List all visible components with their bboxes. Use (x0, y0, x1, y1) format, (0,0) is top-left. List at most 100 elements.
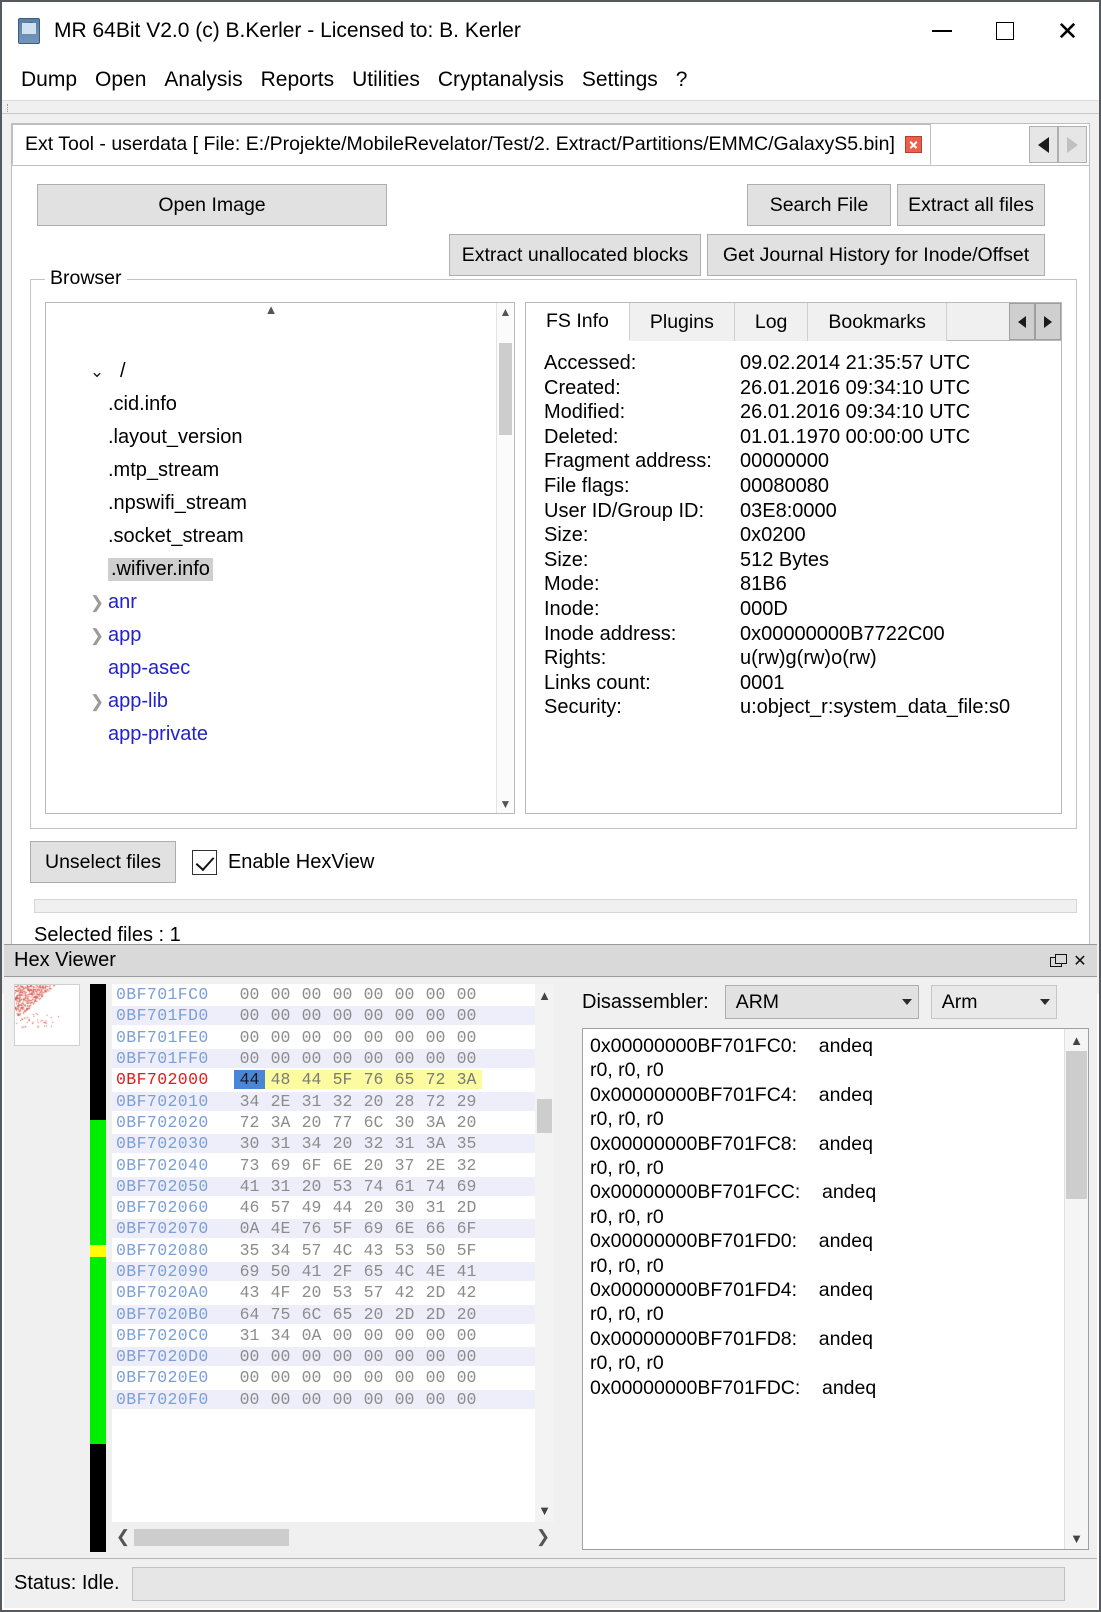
hex-byte[interactable]: 31 (389, 1134, 420, 1153)
hex-byte[interactable]: 20 (451, 1305, 482, 1324)
hex-byte[interactable]: 00 (234, 1028, 265, 1047)
hex-byte[interactable]: 00 (420, 1390, 451, 1409)
hex-byte[interactable]: 42 (451, 1283, 482, 1302)
hex-row[interactable]: 0BF702020 72 3A 20 77 6C 30 3A 20 (112, 1112, 554, 1133)
hex-byte[interactable]: 3A (420, 1113, 451, 1132)
hex-byte[interactable]: 6C (358, 1113, 389, 1132)
hex-byte[interactable]: 00 (420, 1368, 451, 1387)
hex-row[interactable]: 0BF702050 41 31 20 53 74 61 74 69 (112, 1176, 554, 1197)
tree-item[interactable]: .layout_version (46, 421, 496, 454)
file-tree-vertical-scrollbar[interactable]: ▲ ▼ (496, 303, 514, 813)
hex-byte[interactable]: 00 (420, 985, 451, 1004)
hex-byte[interactable]: 2D (420, 1305, 451, 1324)
hex-byte[interactable]: 20 (358, 1092, 389, 1111)
hex-byte[interactable]: 00 (296, 1368, 327, 1387)
hex-byte[interactable]: 4E (265, 1219, 296, 1238)
hex-byte[interactable]: 6E (389, 1219, 420, 1238)
hex-byte[interactable]: 65 (358, 1262, 389, 1281)
tree-item[interactable]: ❯ app (46, 619, 496, 652)
hex-byte[interactable]: 20 (327, 1134, 358, 1153)
close-button[interactable]: ✕ (1036, 2, 1099, 60)
hex-byte[interactable]: 00 (358, 1390, 389, 1409)
hex-row[interactable]: 0BF7020A0 43 4F 20 53 57 42 2D 42 (112, 1282, 554, 1303)
hex-byte[interactable]: 42 (389, 1283, 420, 1302)
hex-byte[interactable]: 34 (296, 1134, 327, 1153)
hex-byte[interactable]: 00 (265, 1049, 296, 1068)
hex-byte[interactable]: 00 (389, 1006, 420, 1025)
tree-item[interactable]: .npswifi_stream (46, 487, 496, 520)
hex-byte[interactable]: 00 (296, 985, 327, 1004)
hex-byte[interactable]: 43 (234, 1283, 265, 1302)
hex-byte[interactable]: 28 (389, 1092, 420, 1111)
hex-byte[interactable]: 5F (327, 1219, 358, 1238)
hex-row[interactable]: 0BF7020C0 31 34 0A 00 00 00 00 00 (112, 1325, 554, 1346)
hex-byte[interactable]: 74 (358, 1177, 389, 1196)
hex-byte[interactable]: 77 (327, 1113, 358, 1132)
disassembler-output-box[interactable]: 0x00000000BF701FC0: andeq r0, r0, r0 0x000… (582, 1028, 1089, 1550)
hex-byte[interactable]: 29 (451, 1092, 482, 1111)
hex-byte[interactable]: 65 (327, 1305, 358, 1324)
chevron-right-icon[interactable]: ❯ (86, 626, 108, 646)
scroll-up-icon[interactable]: ▲ (497, 303, 514, 321)
hex-byte[interactable]: 00 (358, 1326, 389, 1345)
hex-horizontal-scrollbar[interactable]: ❮ ❯ (112, 1522, 554, 1552)
hex-scrollbar-thumb[interactable] (537, 1099, 552, 1133)
hex-byte[interactable]: 57 (296, 1241, 327, 1260)
menu-settings[interactable]: Settings (573, 66, 667, 94)
minimize-button[interactable] (910, 2, 973, 60)
chevron-right-icon[interactable]: ❯ (86, 692, 108, 712)
hex-byte[interactable]: 00 (389, 1326, 420, 1345)
hex-byte[interactable]: 69 (265, 1156, 296, 1175)
hex-row[interactable]: 0BF702000 44 48 44 5F 76 65 72 3A (112, 1069, 554, 1090)
hex-byte[interactable]: 20 (451, 1113, 482, 1132)
menu-open[interactable]: Open (86, 66, 155, 94)
hex-row[interactable]: 0BF7020F0 00 00 00 00 00 00 00 00 (112, 1389, 554, 1410)
hex-byte[interactable]: 32 (327, 1092, 358, 1111)
hex-byte[interactable]: 00 (389, 1390, 420, 1409)
hex-byte[interactable]: 00 (420, 1006, 451, 1025)
hex-byte[interactable]: 00 (234, 1368, 265, 1387)
hex-byte[interactable]: 75 (265, 1305, 296, 1324)
hex-byte[interactable]: 20 (358, 1198, 389, 1217)
hex-scroll-up-icon[interactable]: ▲ (535, 988, 554, 1003)
hex-byte[interactable]: 00 (327, 985, 358, 1004)
hex-byte[interactable]: 6F (296, 1156, 327, 1175)
tab-plugins[interactable]: Plugins (629, 303, 735, 341)
hex-byte[interactable]: 00 (265, 1028, 296, 1047)
tab-prev-button[interactable] (1029, 126, 1058, 163)
hex-byte[interactable]: 00 (296, 1028, 327, 1047)
hex-byte[interactable]: 4F (265, 1283, 296, 1302)
hex-byte[interactable]: 6E (327, 1156, 358, 1175)
maximize-button[interactable] (973, 2, 1036, 60)
hex-byte[interactable]: 00 (389, 1049, 420, 1068)
hex-byte[interactable]: 5F (327, 1070, 358, 1090)
hex-byte[interactable]: 3A (420, 1134, 451, 1153)
disassembler-mode-select[interactable]: Arm (930, 985, 1057, 1019)
scroll-down-icon[interactable]: ▼ (497, 795, 514, 813)
hex-byte[interactable]: 35 (451, 1134, 482, 1153)
hex-byte[interactable]: 31 (420, 1198, 451, 1217)
hex-byte[interactable]: 37 (389, 1156, 420, 1175)
hex-byte[interactable]: 44 (296, 1070, 327, 1090)
disasm-scrollbar-thumb[interactable] (1066, 1051, 1087, 1199)
hex-byte[interactable]: 3A (451, 1070, 482, 1090)
hex-byte[interactable]: 00 (234, 1006, 265, 1025)
tree-item[interactable]: .cid.info (46, 388, 496, 421)
hex-byte[interactable]: 00 (234, 1347, 265, 1366)
hex-byte[interactable]: 35 (234, 1241, 265, 1260)
hex-byte[interactable]: 00 (234, 1049, 265, 1068)
hex-byte[interactable]: 2D (389, 1305, 420, 1324)
resize-grip-icon[interactable] (1073, 1576, 1089, 1592)
hex-vertical-scrollbar[interactable]: ▲ ▼ (535, 984, 554, 1552)
info-tab-prev-button[interactable] (1009, 303, 1035, 340)
hex-byte[interactable]: 30 (389, 1198, 420, 1217)
hscroll-thumb[interactable] (134, 1528, 289, 1546)
hex-byte[interactable]: 41 (234, 1177, 265, 1196)
tab-close-icon[interactable] (904, 136, 922, 153)
hex-byte[interactable]: 00 (234, 1390, 265, 1409)
hex-row[interactable]: 0BF701FC0 00 00 00 00 00 00 00 00 (112, 984, 554, 1005)
hex-byte[interactable]: 31 (265, 1134, 296, 1153)
hex-byte[interactable]: 00 (327, 1028, 358, 1047)
hex-byte[interactable]: 00 (296, 1347, 327, 1366)
hex-byte[interactable]: 00 (358, 1028, 389, 1047)
